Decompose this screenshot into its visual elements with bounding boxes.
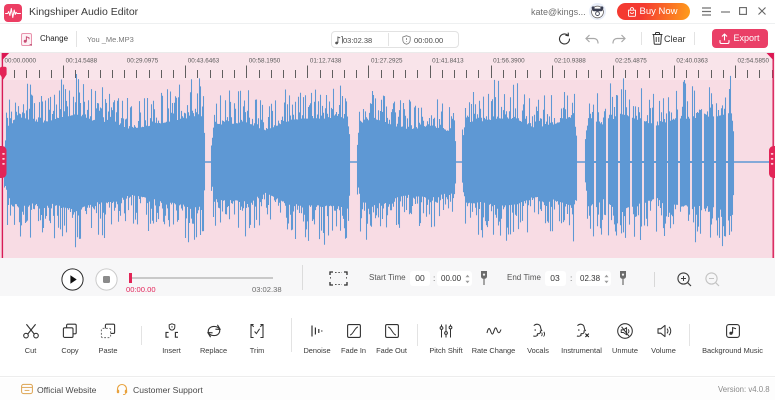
svg-text:00:00.0000: 00:00.0000 — [5, 58, 37, 65]
svg-text:01:12.7438: 01:12.7438 — [310, 58, 342, 65]
svg-text:00:14.5488: 00:14.5488 — [66, 58, 98, 65]
svg-text:02:25.4875: 02:25.4875 — [615, 58, 647, 65]
svg-text:01:41.8413: 01:41.8413 — [432, 58, 464, 65]
svg-text:01:27.2925: 01:27.2925 — [371, 58, 403, 65]
svg-text:02:54.5850: 02:54.5850 — [738, 58, 770, 65]
svg-text:00:43.6463: 00:43.6463 — [188, 58, 220, 65]
svg-text:01:56.3900: 01:56.3900 — [493, 58, 525, 65]
svg-text:02:40.0363: 02:40.0363 — [676, 58, 708, 65]
svg-text:00:58.1950: 00:58.1950 — [249, 58, 281, 65]
svg-text:00:29.0975: 00:29.0975 — [127, 58, 159, 65]
svg-text:02:10.9388: 02:10.9388 — [554, 58, 586, 65]
